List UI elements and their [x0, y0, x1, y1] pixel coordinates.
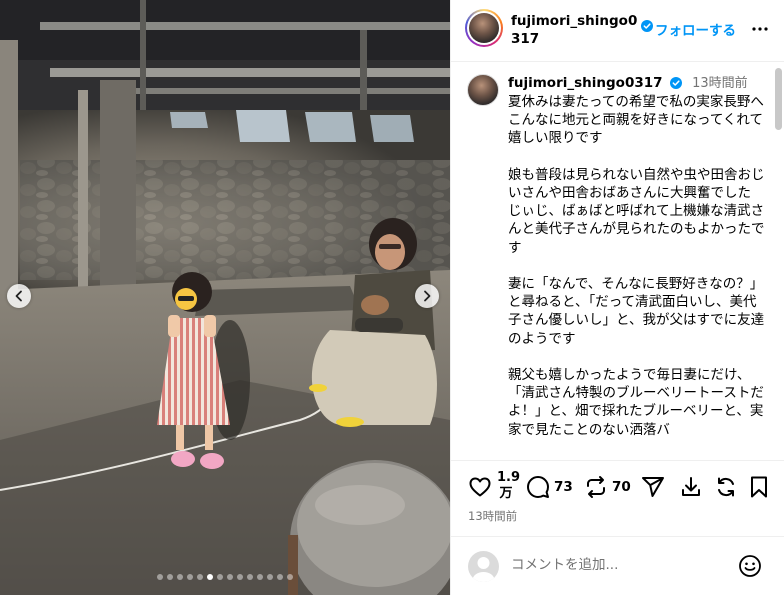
- save-icon: [751, 476, 767, 498]
- caption-text: 夏休みは妻たっての希望で私の実家長野へ こんなに地元と両親を好きになってくれて嬉…: [508, 94, 765, 438]
- more-icon[interactable]: [751, 20, 769, 38]
- repost-button[interactable]: 70: [584, 475, 631, 499]
- caption-time: 13時間前: [692, 76, 748, 91]
- user-placeholder-icon: [472, 557, 495, 582]
- caption-section: fujimori_shingo0317 13時間前 夏休みは妻たっての希望で私の…: [451, 62, 784, 460]
- post-timestamp: 13時間前: [468, 509, 518, 523]
- caption-author-avatar[interactable]: [467, 74, 499, 106]
- scrollbar[interactable]: [775, 68, 782, 130]
- carousel-dot: [217, 574, 223, 580]
- repost-icon: [587, 476, 605, 498]
- carousel-dot: [227, 574, 233, 580]
- post-header: fujimori_shingo0317 フォローする: [451, 0, 784, 62]
- share-button[interactable]: [641, 475, 665, 499]
- save-button[interactable]: [747, 475, 771, 499]
- comment-button[interactable]: 73: [526, 475, 573, 499]
- author-username[interactable]: fujimori_shingo0317: [511, 12, 641, 48]
- verified-badge-icon: [669, 77, 682, 89]
- author-avatar[interactable]: [465, 9, 503, 47]
- comment-composer: [451, 536, 784, 595]
- like-count[interactable]: 1.9 万: [497, 470, 520, 502]
- comment-count: 73: [554, 479, 573, 495]
- carousel-dot: [157, 574, 163, 580]
- action-bar: 1.9 万 73 70 13時間前: [451, 460, 784, 536]
- carousel-dot: [167, 574, 173, 580]
- follow-button[interactable]: フォローする: [655, 19, 736, 39]
- post-photo: [0, 0, 450, 595]
- like-button[interactable]: [468, 475, 492, 499]
- download-button[interactable]: [679, 475, 703, 499]
- carousel-dot: [187, 574, 193, 580]
- carousel-dot: [287, 574, 293, 580]
- caption-header: fujimori_shingo0317 13時間前: [508, 74, 748, 93]
- share-icon: [642, 477, 664, 497]
- comment-input[interactable]: [511, 557, 731, 573]
- heart-icon: [469, 477, 491, 497]
- carousel-dot: [207, 574, 213, 580]
- post-details-pane: fujimori_shingo0317 フォローする fujimori_shin…: [450, 0, 784, 595]
- carousel-dot: [177, 574, 183, 580]
- emoji-icon[interactable]: [738, 554, 762, 578]
- carousel-next-button[interactable]: [415, 284, 439, 308]
- chevron-left-icon: [15, 290, 22, 302]
- carousel-dot: [257, 574, 263, 580]
- verified-badge-icon: [641, 20, 653, 32]
- repost-count: 70: [612, 479, 631, 495]
- carousel-dot: [277, 574, 283, 580]
- photo-scene: [0, 0, 450, 595]
- carousel-prev-button[interactable]: [7, 284, 31, 308]
- carousel-dot: [237, 574, 243, 580]
- refresh-icon: [718, 477, 734, 497]
- current-user-avatar: [468, 551, 499, 582]
- chevron-right-icon: [424, 290, 431, 302]
- carousel-dot: [247, 574, 253, 580]
- caption-username[interactable]: fujimori_shingo0317: [508, 75, 663, 91]
- carousel-dot: [197, 574, 203, 580]
- refresh-button[interactable]: [714, 475, 738, 499]
- carousel-indicator: [0, 574, 450, 580]
- carousel-dot: [267, 574, 273, 580]
- comment-icon: [527, 476, 549, 498]
- download-icon: [682, 477, 700, 496]
